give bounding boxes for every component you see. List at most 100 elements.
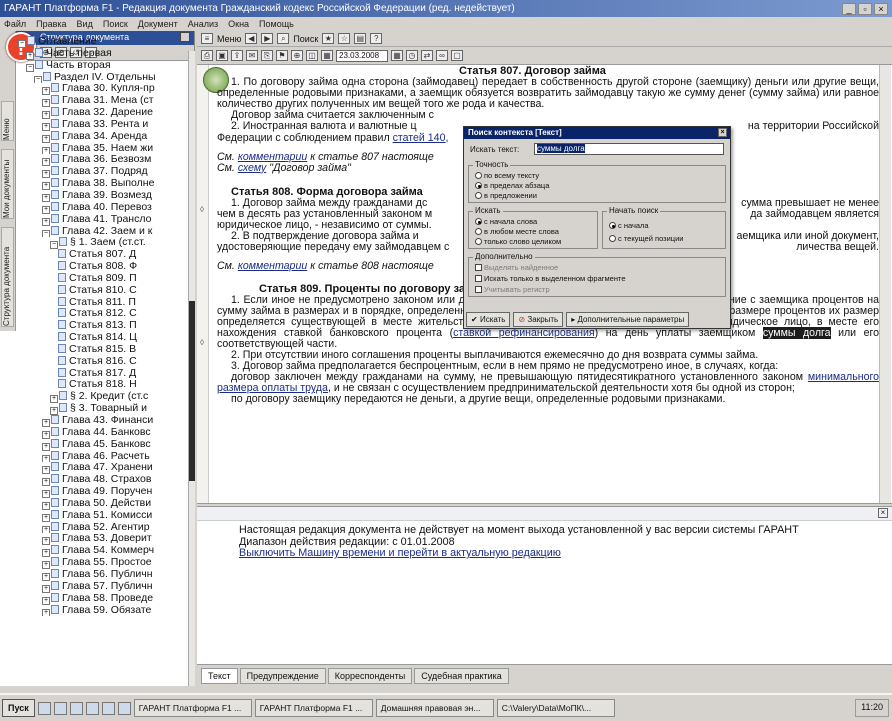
menu-icon[interactable]: ≡: [201, 33, 213, 44]
tree-item[interactable]: Статья 818. Н: [18, 379, 188, 391]
expand-icon[interactable]: +: [50, 407, 58, 415]
taskbar-item[interactable]: ГАРАНТ Платформа F1 ...: [133, 699, 252, 717]
quicklaunch-icon[interactable]: [85, 701, 99, 715]
more-options-button[interactable]: ▸ Дополнительные параметры: [566, 312, 690, 327]
expand-icon[interactable]: +: [42, 572, 50, 581]
expand-icon[interactable]: +: [26, 51, 34, 60]
edition-icon[interactable]: ▦: [321, 50, 333, 61]
tab-court-practice[interactable]: Судебная практика: [414, 667, 509, 684]
tree-item[interactable]: − Оглавление: [18, 36, 188, 48]
tree-item[interactable]: + Глава 59. Обязате: [18, 604, 188, 617]
compare-icon[interactable]: ⇄: [421, 50, 433, 61]
tree-item[interactable]: + Часть первая: [18, 47, 188, 60]
tree-item[interactable]: + Глава 38. Выполне: [18, 178, 188, 190]
link-icon[interactable]: ∞: [436, 50, 448, 61]
tree-item[interactable]: + Глава 41. Трансло: [18, 213, 188, 226]
find-button[interactable]: ✔ Искать: [466, 312, 511, 327]
expand-icon[interactable]: +: [42, 454, 50, 463]
tree-item[interactable]: + Глава 39. Возмезд: [18, 189, 188, 202]
comment-808-link[interactable]: комментарии: [238, 260, 307, 272]
radio-sentence[interactable]: в предложении: [475, 191, 537, 200]
quicklaunch-icon[interactable]: [101, 701, 115, 715]
expand-icon[interactable]: +: [42, 490, 50, 498]
tree-item[interactable]: + Глава 54. Коммерч: [18, 545, 188, 558]
expand-icon[interactable]: +: [42, 205, 50, 214]
collapse-icon[interactable]: −: [34, 75, 42, 84]
expand-icon[interactable]: +: [42, 99, 50, 108]
quicklaunch-icon[interactable]: [53, 701, 67, 715]
expand-icon[interactable]: +: [42, 419, 50, 427]
tree-item[interactable]: + Глава 33. Рента и: [18, 118, 188, 131]
menu-button[interactable]: Меню: [217, 34, 241, 44]
search-input[interactable]: суммы долга: [534, 143, 724, 155]
expand-icon[interactable]: +: [42, 596, 50, 605]
expand-icon[interactable]: +: [42, 111, 50, 119]
expand-icon[interactable]: +: [42, 170, 50, 179]
search-icon[interactable]: ⌕: [277, 33, 290, 44]
expand-icon[interactable]: +: [42, 442, 50, 451]
tree-item[interactable]: + Глава 31. Мена (ст: [18, 95, 188, 108]
collapse-icon[interactable]: −: [18, 40, 26, 48]
system-clock[interactable]: 11:20: [855, 699, 889, 717]
radio-from-start[interactable]: с начала: [609, 221, 649, 230]
tree-item[interactable]: + § 3. Товарный и: [18, 403, 188, 415]
tree-item[interactable]: + Глава 40. Перевоз: [18, 201, 188, 214]
expand-icon[interactable]: +: [42, 608, 50, 617]
expand-icon[interactable]: +: [42, 537, 50, 546]
tree-item[interactable]: − Часть вторая: [18, 59, 188, 72]
taskbar-item[interactable]: Домашняя правовая эн...: [375, 699, 494, 717]
radio-anywhere[interactable]: в любом месте слова: [475, 227, 559, 236]
menu-view[interactable]: Вид: [77, 19, 93, 29]
tree-item[interactable]: + Глава 55. Простое: [18, 557, 188, 569]
save-icon[interactable]: ▣: [216, 50, 228, 61]
close-button[interactable]: ×: [874, 2, 888, 15]
taskbar-item[interactable]: ГАРАНТ Платформа F1 ...: [254, 699, 373, 717]
expand-icon[interactable]: +: [42, 549, 50, 558]
expand-icon[interactable]: +: [42, 525, 50, 534]
checkbox-highlight-found[interactable]: Выделять найденное: [475, 263, 558, 272]
expand-icon[interactable]: +: [42, 584, 50, 593]
radio-from-current[interactable]: с текущей позиции: [609, 234, 683, 243]
tree-item[interactable]: + Глава 50. Действи: [18, 497, 188, 510]
copy-icon[interactable]: ⎘: [261, 50, 273, 61]
tree-item[interactable]: + Глава 57. Публичн: [18, 580, 188, 593]
view-icon[interactable]: ◫: [306, 50, 318, 61]
tree-item[interactable]: Статья 810. С: [18, 284, 188, 297]
tree-item[interactable]: + Глава 46. Расчеть: [18, 450, 188, 463]
switch-to-actual-link[interactable]: Выключить Машину времени и перейти в акт…: [239, 547, 799, 560]
tree-item[interactable]: Статья 808. Ф: [18, 261, 188, 273]
minimize-button[interactable]: _: [842, 2, 856, 15]
tree-item[interactable]: Статья 816. С: [18, 355, 188, 368]
expand-icon[interactable]: +: [42, 122, 50, 131]
search-button[interactable]: Поиск: [293, 34, 318, 44]
folder-icon[interactable]: ▤: [354, 33, 367, 44]
tree-item[interactable]: + Глава 58. Проведе: [18, 592, 188, 605]
tree-item[interactable]: + Глава 34. Аренда: [18, 130, 188, 143]
tree-item[interactable]: Статья 814. Ц: [18, 332, 188, 344]
expand-icon[interactable]: +: [42, 217, 50, 226]
expand-icon[interactable]: +: [50, 395, 58, 404]
quicklaunch-icon[interactable]: [117, 701, 131, 715]
quicklaunch-icon[interactable]: [69, 701, 83, 715]
tree-scrollbar[interactable]: [188, 51, 195, 686]
back-icon[interactable]: ◀: [245, 33, 258, 44]
expand-icon[interactable]: +: [42, 158, 50, 167]
expand-icon[interactable]: +: [42, 501, 50, 510]
expand-icon[interactable]: +: [42, 513, 50, 522]
document-icon[interactable]: ▢: [451, 50, 463, 61]
tab-document-structure[interactable]: Структура документа: [1, 227, 14, 327]
tree-scroll-thumb[interactable]: [189, 301, 195, 481]
tab-menu[interactable]: Меню: [1, 101, 14, 141]
zoom-icon[interactable]: ⊕: [291, 50, 303, 61]
star-icon[interactable]: ★: [322, 33, 335, 44]
tab-text[interactable]: Текст: [201, 667, 238, 684]
expand-icon[interactable]: +: [42, 466, 50, 475]
menu-file[interactable]: Файл: [4, 19, 26, 29]
tree-item[interactable]: Статья 811. П: [18, 296, 188, 309]
tree-item[interactable]: Статья 807. Д: [18, 249, 188, 261]
tree-item[interactable]: + Глава 51. Комисси: [18, 509, 188, 522]
menu-document[interactable]: Документ: [138, 19, 178, 29]
tree-item[interactable]: Статья 817. Д: [18, 367, 188, 380]
expand-icon[interactable]: +: [42, 478, 50, 487]
radio-whole-text[interactable]: по всему тексту: [475, 171, 539, 180]
